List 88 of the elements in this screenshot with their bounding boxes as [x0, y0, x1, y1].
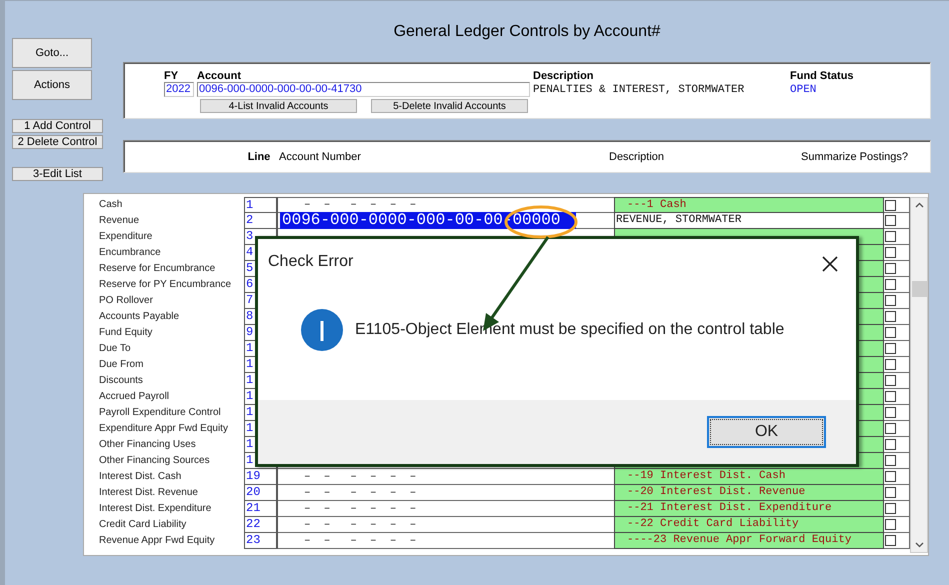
summarize-checkbox[interactable]: [885, 215, 896, 226]
description-value: PENALTIES & INTEREST, STORMWATER: [533, 83, 746, 98]
summarize-checkbox[interactable]: [885, 407, 896, 418]
account-cell[interactable]: – – – – – –: [278, 518, 416, 530]
summarize-checkbox[interactable]: [885, 359, 896, 370]
description-cell: --22 Credit Card Liability: [614, 517, 884, 533]
line-cell: 1: [244, 197, 278, 213]
account-cell[interactable]: – – – – – –: [278, 534, 416, 546]
row-label: Other Financing Uses: [98, 438, 197, 452]
row-label: Interest Dist. Revenue: [98, 486, 199, 500]
field-label: Description: [533, 70, 595, 82]
summarize-checkbox[interactable]: [885, 343, 896, 354]
row-label: Payroll Expenditure Control: [98, 406, 222, 420]
description-cell: ----23 Revenue Appr Forward Equity: [614, 533, 884, 549]
row-label: Revenue Appr Fwd Equity: [98, 534, 216, 548]
row-label: Interest Dist. Expenditure: [98, 502, 212, 516]
row-label: Reserve for PY Encumbrance: [98, 278, 232, 292]
info-icon: [301, 309, 343, 351]
scroll-thumb[interactable]: [912, 281, 927, 297]
field-label: FY: [164, 70, 180, 82]
side-button[interactable]: 2 Delete Control: [12, 135, 103, 149]
ok-button[interactable]: OK: [707, 416, 826, 448]
summarize-checkbox[interactable]: [885, 279, 896, 290]
summarize-checkbox[interactable]: [885, 455, 896, 466]
summarize-checkbox[interactable]: [885, 231, 896, 242]
summarize-checkbox[interactable]: [885, 327, 896, 338]
side-button[interactable]: Actions: [12, 70, 92, 100]
side-button[interactable]: Goto...: [12, 38, 92, 68]
column-header: Line: [246, 150, 272, 162]
line-cell: 22: [244, 517, 278, 533]
window-title: General Ledger Controls by Account#: [392, 22, 662, 42]
description-cell: ---1 Cash: [614, 197, 884, 213]
side-button[interactable]: 1 Add Control: [12, 119, 103, 133]
summarize-checkbox[interactable]: [885, 311, 896, 322]
account-cell[interactable]: – – – – – –: [278, 486, 416, 498]
row-label: Due To: [98, 342, 132, 356]
row-label: Revenue: [98, 214, 140, 228]
column-header: Summarize Postings?: [801, 150, 909, 162]
summarize-checkbox[interactable]: [885, 471, 896, 482]
line-cell: 19: [244, 469, 278, 485]
row-label: Expenditure Appr Fwd Equity: [98, 422, 229, 436]
fund-status-value: OPEN: [790, 83, 818, 98]
summarize-checkbox[interactable]: [885, 263, 896, 274]
line-cell: 23: [244, 533, 278, 549]
account-cell[interactable]: – – – – – –: [278, 502, 416, 514]
action-button[interactable]: 4-List Invalid Accounts: [200, 99, 357, 113]
summarize-checkbox[interactable]: [885, 200, 896, 210]
row-label: Credit Card Liability: [98, 518, 188, 532]
line-cell: 2: [244, 213, 278, 229]
summarize-checkbox[interactable]: [885, 503, 896, 514]
row-label: Cash: [98, 198, 124, 212]
row-label: Accounts Payable: [98, 310, 180, 324]
summarize-checkbox[interactable]: [885, 535, 896, 546]
line-cell: 20: [244, 485, 278, 501]
row-label: Interest Dist. Cash: [98, 470, 182, 484]
summarize-checkbox[interactable]: [885, 391, 896, 402]
field-label: Account: [197, 70, 242, 82]
row-label: Expenditure: [98, 230, 154, 244]
row-label: Accrued Payroll: [98, 390, 170, 404]
row-label: Due From: [98, 358, 144, 372]
row-label: Reserve for Encumbrance: [98, 262, 216, 276]
description-cell: --19 Interest Dist. Cash: [614, 469, 884, 485]
field-label: Fund Status: [790, 70, 855, 82]
row-label: Discounts: [98, 374, 144, 388]
description-cell: --21 Interest Dist. Expenditure: [614, 501, 884, 517]
row-label: PO Rollover: [98, 294, 154, 308]
summarize-checkbox[interactable]: [885, 439, 896, 450]
line-cell: 21: [244, 501, 278, 517]
row-label: Encumbrance: [98, 246, 162, 260]
account-cell[interactable]: – – – – – –: [278, 470, 416, 482]
row-label: Other Financing Sources: [98, 454, 211, 468]
row-label: Fund Equity: [98, 326, 154, 340]
summarize-checkbox[interactable]: [885, 247, 896, 258]
description-cell: REVENUE, STORMWATER: [614, 213, 884, 229]
account-field[interactable]: 0096-000-0000-000-00-00-41730: [197, 82, 530, 97]
account-cell[interactable]: – – – – – –: [278, 199, 416, 211]
close-icon[interactable]: [822, 256, 838, 272]
column-header: Description: [609, 150, 666, 162]
summarize-checkbox[interactable]: [885, 375, 896, 386]
fiscal-year-field[interactable]: 2022: [164, 82, 194, 97]
column-header: Account Number: [279, 150, 362, 162]
side-button[interactable]: 3-Edit List: [12, 167, 103, 181]
description-cell: --20 Interest Dist. Revenue: [614, 485, 884, 501]
action-button[interactable]: 5-Delete Invalid Accounts: [371, 99, 528, 113]
summarize-checkbox[interactable]: [885, 487, 896, 498]
summarize-checkbox[interactable]: [885, 519, 896, 530]
summarize-checkbox[interactable]: [885, 423, 896, 434]
summarize-checkbox[interactable]: [885, 295, 896, 306]
